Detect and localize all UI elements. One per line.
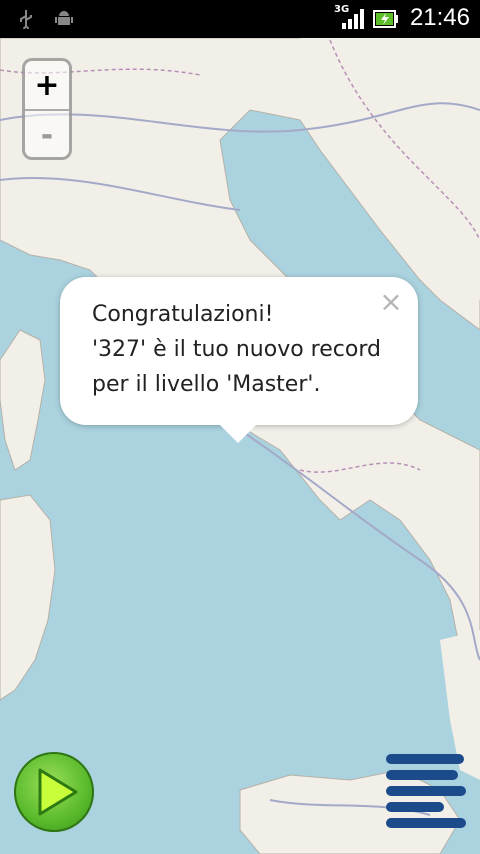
record-popup: × Congratulazioni! '327' è il tuo nuovo … (60, 277, 418, 443)
status-bar: 3G 21:46 (0, 0, 480, 38)
menu-button[interactable] (384, 752, 468, 834)
play-icon (38, 768, 78, 816)
popup-message-line: per il livello 'Master'. (92, 372, 321, 397)
close-icon[interactable]: × (378, 288, 404, 316)
signal-icon: 3G (334, 4, 364, 30)
zoom-control: + - (22, 58, 72, 160)
map-view[interactable] (0, 38, 480, 854)
status-time: 21:46 (409, 4, 470, 31)
zoom-out-button[interactable]: - (25, 111, 69, 159)
battery-charging-icon (373, 10, 398, 28)
android-icon (55, 11, 73, 25)
play-button[interactable] (14, 752, 94, 832)
menu-icon (386, 754, 466, 828)
network-label: 3G (334, 4, 350, 15)
map-canvas[interactable] (0, 38, 480, 854)
zoom-in-button[interactable]: + (25, 61, 69, 111)
usb-icon (20, 10, 32, 29)
popup-title: Congratulazioni! (92, 302, 274, 327)
popup-message-line: '327' è il tuo nuovo record (92, 337, 381, 362)
